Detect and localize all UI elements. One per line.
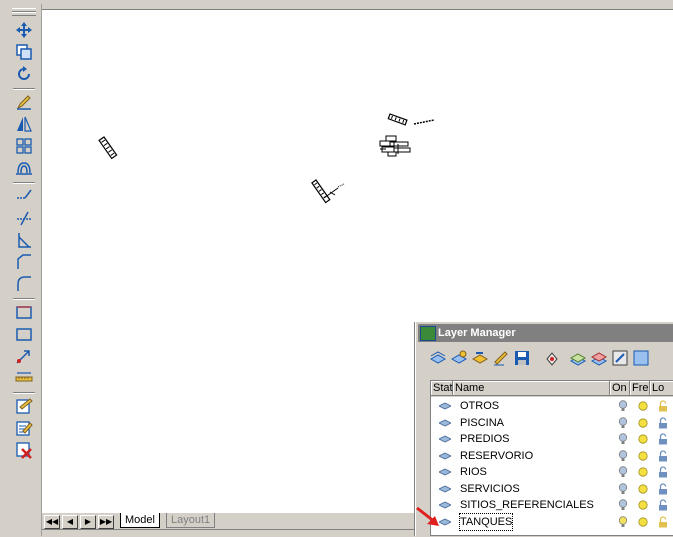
layer-name: SERVICIOS (460, 482, 520, 495)
rectangle-icon[interactable] (13, 302, 35, 322)
layer-row[interactable]: RIOS (431, 464, 673, 480)
sun-icon[interactable] (638, 417, 648, 428)
layer-icon (439, 468, 451, 476)
measure-icon[interactable] (13, 368, 35, 388)
column-header-freeze[interactable]: Fre (630, 381, 650, 396)
next-tab-button[interactable]: ▶ (80, 515, 96, 529)
layer-list-header: Stat Name On Fre Lo (431, 381, 673, 397)
lightbulb-icon[interactable] (618, 515, 628, 528)
layer-row[interactable]: TANQUES (431, 512, 673, 531)
pencil-icon[interactable] (13, 92, 35, 112)
save-state-icon[interactable] (449, 348, 469, 368)
layer-name: SITIOS_REFERENCIALES (460, 499, 594, 511)
layer-name: PISCINA (460, 416, 505, 429)
modify-toolbar (8, 4, 42, 536)
layer-icon (439, 419, 451, 426)
fillet-icon[interactable] (13, 274, 35, 294)
sun-icon[interactable] (638, 483, 648, 494)
layer-group-icon[interactable] (568, 348, 588, 368)
rotate-icon[interactable] (13, 64, 35, 84)
move-icon[interactable] (13, 20, 35, 40)
layer-row[interactable]: PISCINA (431, 415, 673, 431)
layer-state-icon[interactable] (610, 348, 630, 368)
lock-icon[interactable] (658, 449, 668, 462)
mirror-icon[interactable] (13, 114, 35, 134)
save-icon[interactable] (512, 348, 532, 368)
lightbulb-icon[interactable] (618, 449, 628, 462)
copy-icon[interactable] (13, 42, 35, 62)
trim-icon[interactable] (13, 208, 35, 228)
lock-icon[interactable] (658, 499, 668, 511)
edit-hatch-icon[interactable] (13, 396, 35, 416)
edit-text-icon[interactable] (13, 418, 35, 438)
layer-manager-title: Layer Manager (438, 327, 516, 339)
first-tab-button[interactable]: ◀◀ (44, 515, 60, 529)
layer-manager-toolbar (418, 344, 673, 374)
scale-icon[interactable] (13, 346, 35, 366)
sun-icon[interactable] (638, 434, 648, 444)
lightbulb-icon[interactable] (618, 400, 628, 412)
prev-tab-button[interactable]: ◀ (62, 515, 78, 529)
lock-icon[interactable] (658, 515, 668, 528)
layer-icon (439, 435, 451, 443)
lightbulb-icon[interactable] (618, 499, 628, 511)
sun-icon[interactable] (638, 401, 648, 411)
lightbulb-icon[interactable] (618, 482, 628, 495)
new-layer-icon[interactable] (428, 348, 448, 368)
erase-icon[interactable] (13, 440, 35, 460)
layer-row[interactable]: OTROS (431, 398, 673, 414)
layer-row[interactable]: RESERVORIO (431, 448, 673, 464)
column-header-status[interactable]: Stat (431, 381, 453, 396)
layer-row[interactable]: SITIOS_REFERENCIALES (431, 497, 673, 513)
layer-manager-app-icon (420, 326, 436, 341)
sun-icon[interactable] (638, 467, 648, 477)
layer-name: RIOS (460, 466, 487, 478)
layer-manager-title-bar[interactable]: Layer Manager (418, 324, 673, 342)
lightbulb-icon[interactable] (618, 416, 628, 429)
lightbulb-icon[interactable] (618, 466, 628, 478)
layer-list: Stat Name On Fre Lo OTROS PISCINA PREDIOS R… (430, 380, 673, 536)
lock-icon[interactable] (658, 416, 668, 429)
rounded-corner-icon[interactable] (13, 252, 35, 272)
box-icon[interactable] (13, 324, 35, 344)
sun-icon[interactable] (638, 450, 648, 461)
tab-model[interactable]: Model (120, 513, 160, 528)
tab-layout1[interactable]: Layout1 (166, 513, 216, 528)
column-header-on[interactable]: On (610, 381, 630, 396)
layer-row[interactable]: SERVICIOS (431, 481, 673, 497)
layer-row[interactable]: PREDIOS (431, 431, 673, 447)
layer-name: PREDIOS (460, 433, 510, 445)
layer-icon (439, 485, 451, 492)
layer-icon (439, 452, 451, 459)
restore-state-icon[interactable] (470, 348, 490, 368)
last-tab-button[interactable]: ▶▶ (98, 515, 114, 529)
layer-manager-window: Layer Manager Stat Name On Fre Lo OTROS P… (415, 322, 673, 536)
layer-translate-icon[interactable] (631, 348, 651, 368)
sun-icon[interactable] (638, 516, 648, 527)
lock-icon[interactable] (658, 482, 668, 495)
array-icon[interactable] (13, 136, 35, 156)
layer-name: OTROS (460, 400, 500, 412)
chamfer-corner-icon[interactable] (13, 230, 35, 250)
toolbar-grip[interactable] (12, 12, 36, 16)
sun-icon[interactable] (638, 500, 648, 510)
layer-filter-icon[interactable] (589, 348, 609, 368)
layer-icon (439, 402, 451, 410)
lock-icon[interactable] (658, 400, 668, 412)
lock-icon[interactable] (658, 466, 668, 478)
offset-icon[interactable] (13, 158, 35, 178)
column-header-lock[interactable]: Lo (650, 381, 673, 396)
layer-name: TANQUES (458, 512, 514, 531)
column-header-name[interactable]: Name (453, 381, 610, 396)
extend-icon[interactable] (13, 186, 35, 206)
lock-icon[interactable] (658, 433, 668, 445)
layer-name: RESERVORIO (460, 449, 534, 462)
edit-state-icon[interactable] (491, 348, 511, 368)
red-arrow-pointer (416, 506, 439, 526)
lightbulb-icon[interactable] (618, 433, 628, 445)
layer-properties-icon[interactable] (542, 348, 562, 368)
